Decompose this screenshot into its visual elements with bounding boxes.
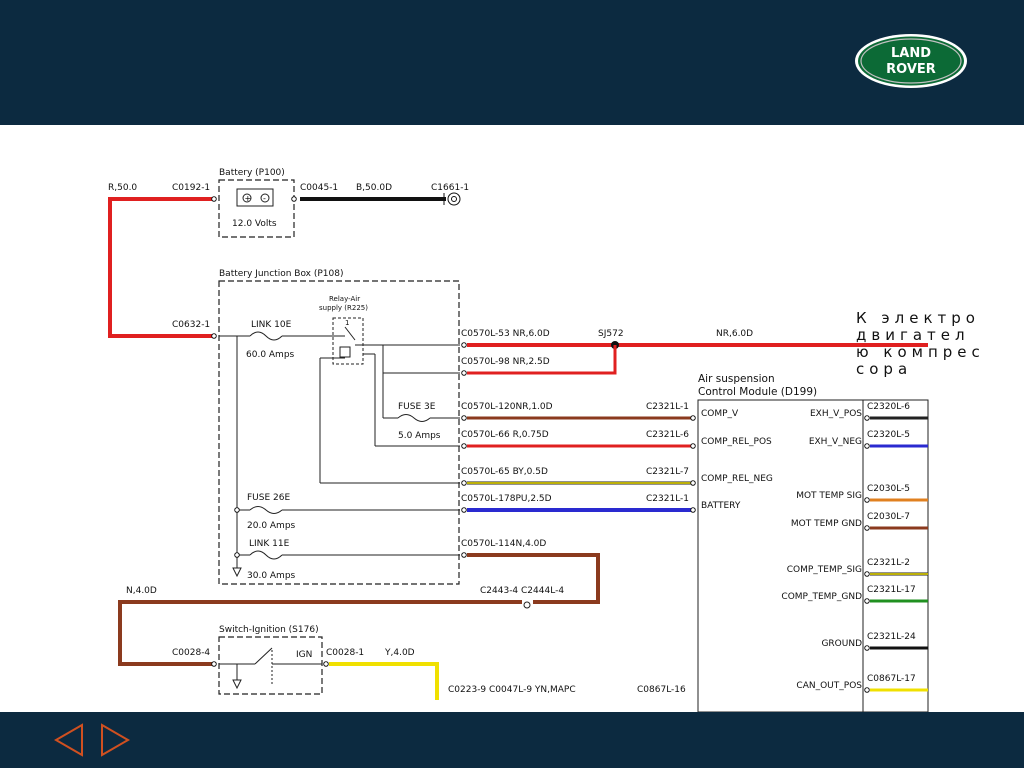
svg-text:C0570L-178PU,2.5D: C0570L-178PU,2.5D — [461, 494, 552, 504]
svg-text:FUSE 3E: FUSE 3E — [398, 402, 436, 412]
module-right-connector-label: C2030L-5 — [867, 484, 910, 494]
svg-text:ROVER: ROVER — [886, 62, 936, 77]
wiring-diagram: Battery (P100) + - 12.0 Volts R,50.0 C01… — [108, 168, 929, 712]
svg-text:C0223-9 C0047L-9 YN,MAPC: C0223-9 C0047L-9 YN,MAPC — [448, 685, 576, 695]
module-right-pin-label: CAN_OUT_POS — [796, 681, 862, 691]
module-right-pin-label: EXH_V_POS — [810, 409, 862, 419]
junction-box-title: Battery Junction Box (P108) — [219, 269, 344, 279]
svg-text:C0570L-98 NR,2.5D: C0570L-98 NR,2.5D — [461, 357, 550, 367]
module-right-connector-label: C2321L-17 — [867, 585, 916, 595]
module-right-connector-label: C2321L-2 — [867, 558, 910, 568]
svg-text:Air suspension: Air suspension — [698, 373, 775, 385]
svg-text:1: 1 — [345, 319, 349, 327]
svg-text:supply (R225): supply (R225) — [319, 304, 368, 312]
svg-text:C0028-1: C0028-1 — [326, 648, 364, 658]
svg-text:C0570L-66 R,0.75D: C0570L-66 R,0.75D — [461, 430, 549, 440]
svg-text:C1661-1: C1661-1 — [431, 183, 469, 193]
svg-text:NR,6.0D: NR,6.0D — [716, 329, 753, 339]
svg-text:C2321L-1: C2321L-1 — [646, 494, 689, 504]
module-right-pin-label: EXH_V_NEG — [809, 437, 862, 447]
prev-slide-button[interactable] — [52, 722, 86, 758]
svg-text:30.0 Amps: 30.0 Amps — [247, 571, 296, 581]
module-right-connector-label: C2030L-7 — [867, 512, 910, 522]
svg-text:LINK 11E: LINK 11E — [249, 539, 290, 549]
svg-text:C2321L-6: C2321L-6 — [646, 430, 689, 440]
svg-text:C0045-1: C0045-1 — [300, 183, 338, 193]
module-right-connector-label: C0867L-17 — [867, 674, 916, 684]
module-right-connector-label: C2320L-6 — [867, 402, 910, 412]
svg-text:C0028-4: C0028-4 — [172, 648, 210, 658]
svg-text:C0867L-16: C0867L-16 — [637, 685, 686, 695]
module-right-pin-label: MOT TEMP SIG — [796, 491, 862, 501]
battery-title: Battery (P100) — [219, 168, 285, 178]
svg-text:C0570L-114N,4.0D: C0570L-114N,4.0D — [461, 539, 546, 549]
svg-text:FUSE 26E: FUSE 26E — [247, 493, 290, 503]
svg-text:LAND: LAND — [891, 46, 931, 61]
svg-text:C2321L-7: C2321L-7 — [646, 467, 689, 477]
land-rover-logo: LAND ROVER — [855, 34, 967, 88]
module-right-pin-label: COMP_TEMP_SIG — [787, 565, 862, 575]
svg-text:C0570L-53 NR,6.0D: C0570L-53 NR,6.0D — [461, 329, 550, 339]
svg-text:Switch-Ignition (S176): Switch-Ignition (S176) — [219, 625, 319, 635]
svg-text:60.0 Amps: 60.0 Amps — [246, 350, 295, 360]
svg-text:B,50.0D: B,50.0D — [356, 183, 392, 193]
svg-text:Control Module (D199): Control Module (D199) — [698, 386, 817, 398]
svg-text:R,50.0: R,50.0 — [108, 183, 137, 193]
svg-text:C0192-1: C0192-1 — [172, 183, 210, 193]
module-left-pin-label: COMP_V — [701, 409, 739, 419]
module-right-pin-label: COMP_TEMP_GND — [781, 592, 862, 602]
svg-text:Y,4.0D: Y,4.0D — [384, 648, 415, 658]
svg-text:C0632-1: C0632-1 — [172, 320, 210, 330]
next-slide-button[interactable] — [98, 722, 132, 758]
svg-text:N,4.0D: N,4.0D — [126, 586, 157, 596]
compressor-motor-note: К электродвигателю компрессора — [856, 309, 985, 378]
module-right-connector-label: C2321L-24 — [867, 632, 916, 642]
svg-text:-: - — [263, 194, 266, 203]
svg-text:C0570L-65 BY,0.5D: C0570L-65 BY,0.5D — [461, 467, 548, 477]
module-left-pin-label: BATTERY — [701, 501, 741, 511]
module-left-pin-label: COMP_REL_POS — [701, 437, 772, 447]
module-right-pin-label: GROUND — [821, 639, 862, 649]
svg-text:SJ572: SJ572 — [598, 329, 624, 339]
svg-text:+: + — [245, 194, 252, 203]
svg-text:LINK 10E: LINK 10E — [251, 320, 292, 330]
svg-text:IGN: IGN — [296, 650, 312, 660]
svg-text:C2321L-1: C2321L-1 — [646, 402, 689, 412]
svg-text:Relay-Air: Relay-Air — [329, 295, 360, 303]
module-left-pin-label: COMP_REL_NEG — [701, 474, 773, 484]
footer-bar — [0, 712, 1024, 768]
svg-text:20.0 Amps: 20.0 Amps — [247, 521, 296, 531]
module-right-connector-label: C2320L-5 — [867, 430, 910, 440]
svg-text:C2443-4 C2444L-4: C2443-4 C2444L-4 — [480, 586, 564, 596]
battery-voltage: 12.0 Volts — [232, 219, 277, 229]
svg-text:5.0 Amps: 5.0 Amps — [398, 431, 441, 441]
module-right-pin-label: MOT TEMP GND — [791, 519, 862, 529]
svg-text:C0570L-120NR,1.0D: C0570L-120NR,1.0D — [461, 402, 553, 412]
